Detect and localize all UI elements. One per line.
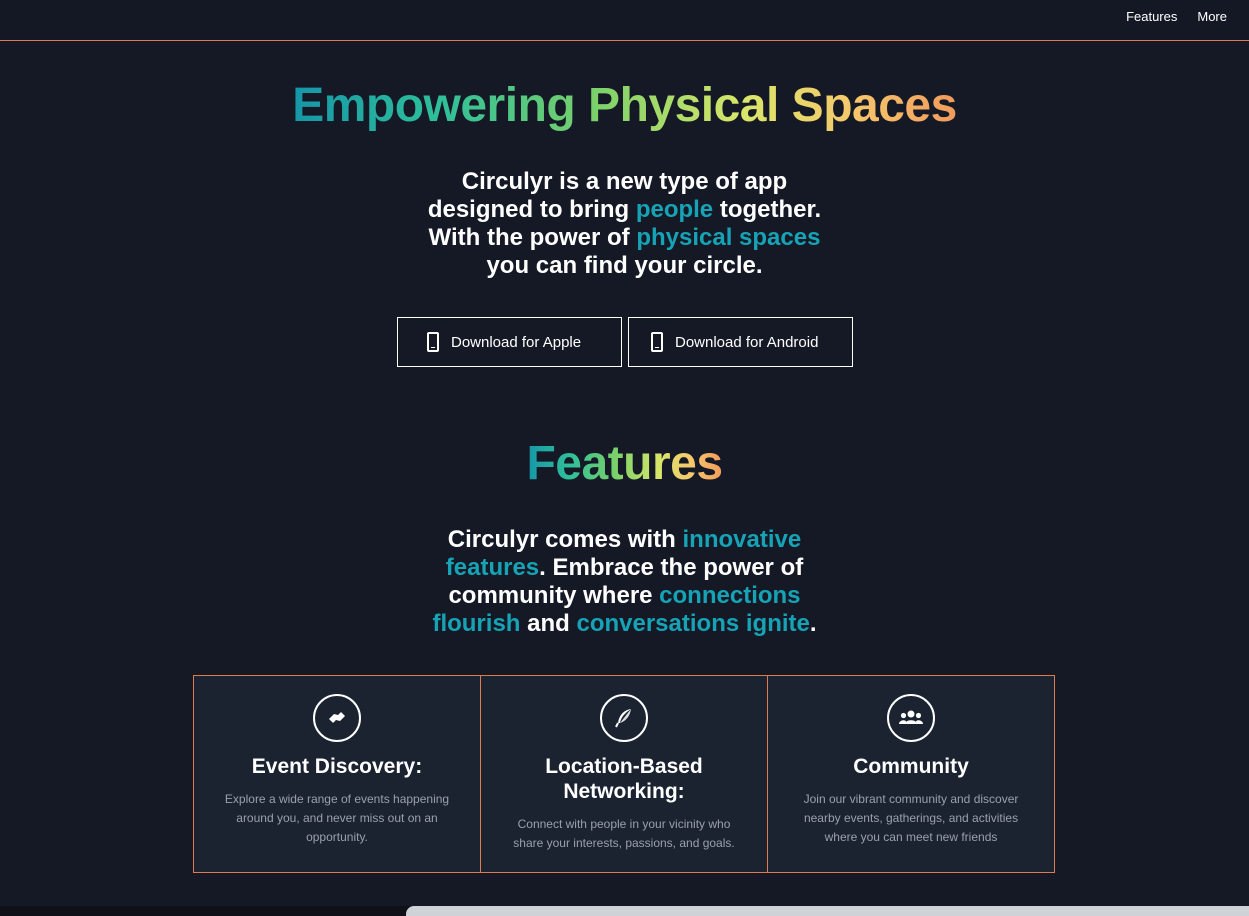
phone-icon <box>651 332 663 352</box>
plain-text: you can find your circle. <box>486 252 763 279</box>
hero-title: Empowering Physical Spaces <box>292 79 957 132</box>
plain-text: With the power of <box>428 224 637 251</box>
nav-link-more[interactable]: More <box>1197 9 1227 24</box>
highlight-text: physical spaces <box>636 224 821 251</box>
top-nav-bar: Features More <box>0 0 1249 41</box>
highlight-text: connections <box>659 582 801 609</box>
text-line: flourish and conversations ignite. <box>0 610 1249 638</box>
hero-tagline: Circulyr is a new type of app designed to… <box>0 168 1249 280</box>
highlight-text: conversations ignite <box>576 610 810 637</box>
card-title: Location-Based Networking: <box>545 755 703 803</box>
feature-card-community: Community Join our vibrant community and… <box>767 675 1055 873</box>
text-line: community where connections <box>0 582 1249 610</box>
highlight-text: features <box>445 554 540 581</box>
plain-text: and <box>520 610 577 637</box>
highlight-text: flourish <box>432 610 521 637</box>
features-title: Features <box>526 437 723 490</box>
text-line: you can find your circle. <box>0 252 1249 280</box>
plain-text: . Embrace the power of <box>539 554 804 581</box>
card-description: Join our vibrant community and discover … <box>803 792 1019 844</box>
card-title: Event Discovery: <box>251 755 423 778</box>
nav-menu: Features More <box>1126 9 1227 24</box>
text-line: Circulyr is a new type of app <box>0 168 1249 196</box>
users-icon <box>887 694 935 742</box>
plain-text: . <box>809 610 817 637</box>
feather-icon <box>600 694 648 742</box>
text-line: designed to bring people together. <box>0 196 1249 224</box>
feature-cards: Event Discovery: Explore a wide range of… <box>193 675 1055 873</box>
plain-text: designed to bring <box>427 196 636 223</box>
feature-card-location-networking: Location-Based Networking: Connect with … <box>480 675 768 873</box>
download-apple-button[interactable]: Download for Apple <box>397 317 622 367</box>
text-line: With the power of physical spaces <box>0 224 1249 252</box>
plain-text: together. <box>713 196 822 223</box>
phone-icon <box>427 332 439 352</box>
plain-text: Circulyr comes with <box>447 526 683 553</box>
download-apple-label: Download for Apple <box>451 333 582 351</box>
system-dock <box>406 906 1249 916</box>
highlight-text: people <box>635 196 714 223</box>
text-line: features. Embrace the power of <box>0 554 1249 582</box>
text-line: Circulyr comes with innovative <box>0 526 1249 554</box>
download-android-button[interactable]: Download for Android <box>628 317 853 367</box>
card-title: Community <box>853 755 969 778</box>
handshake-icon <box>313 694 361 742</box>
highlight-text: innovative <box>682 526 802 553</box>
card-description: Connect with people in your vicinity who… <box>513 817 735 850</box>
card-description: Explore a wide range of events happening… <box>224 792 450 844</box>
nav-link-features[interactable]: Features <box>1126 9 1177 24</box>
download-buttons: Download for Apple Download for Android <box>397 317 853 367</box>
feature-card-event-discovery: Event Discovery: Explore a wide range of… <box>193 675 481 873</box>
download-android-label: Download for Android <box>675 333 819 351</box>
features-description: Circulyr comes with innovative features. … <box>0 526 1249 638</box>
plain-text: community where <box>448 582 660 609</box>
plain-text: Circulyr is a new type of app <box>461 168 788 195</box>
